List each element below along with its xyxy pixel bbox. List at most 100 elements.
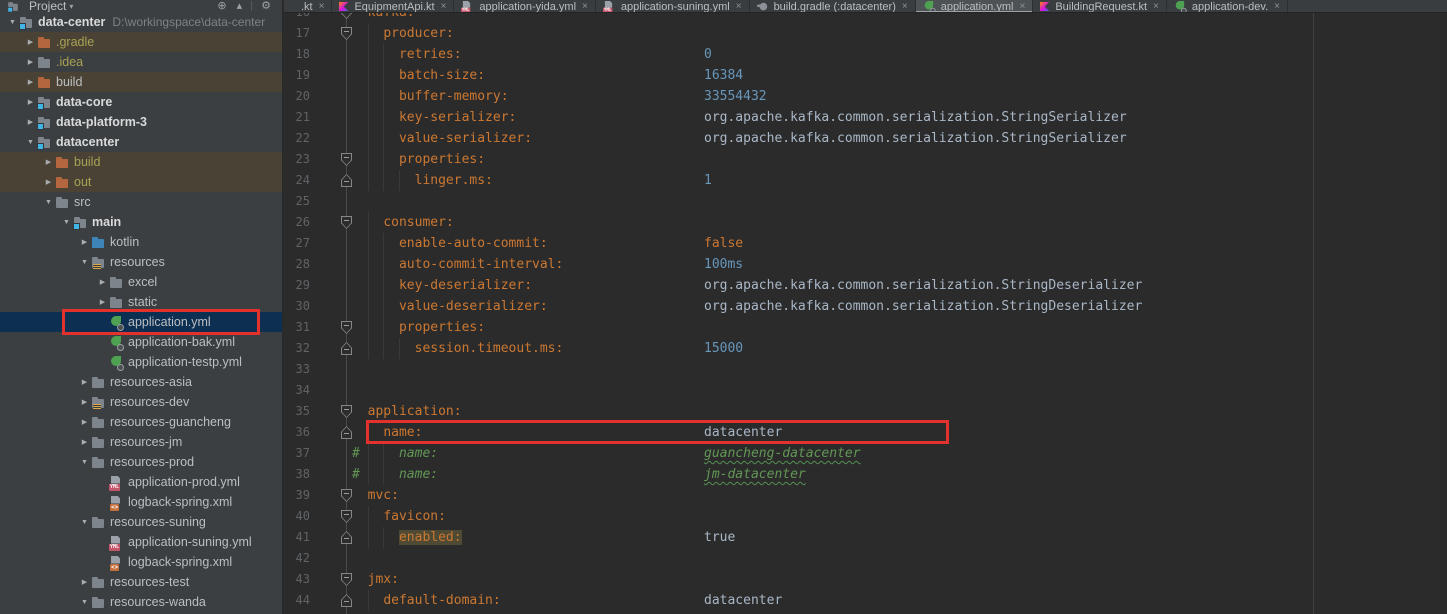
tree-item-resources-prod[interactable]: ▼resources-prod — [0, 452, 283, 472]
fold-end-icon[interactable] — [341, 531, 352, 544]
tree-item-data-core[interactable]: ▶data-core — [0, 92, 283, 112]
tab-application-suning.yml[interactable]: application-suning.yml× — [596, 0, 750, 13]
fold-start-icon[interactable] — [341, 489, 352, 502]
code-line-41[interactable]: 41 enabled:true — [284, 527, 1447, 548]
tree-item-.gradle[interactable]: ▶.gradle — [0, 32, 283, 52]
tab-EquipmentApi.kt[interactable]: EquipmentApi.kt× — [332, 0, 454, 13]
tab-build.gradle (:datacenter)[interactable]: build.gradle (:datacenter)× — [750, 0, 916, 13]
tab-close-icon[interactable]: × — [736, 1, 742, 12]
tree-item-resources-test[interactable]: ▶resources-test — [0, 572, 283, 592]
tree-item-.idea[interactable]: ▶.idea — [0, 52, 283, 72]
tree-item-resources-jm[interactable]: ▶resources-jm — [0, 432, 283, 452]
fold-start-icon[interactable] — [341, 405, 352, 418]
tree-item-resources-wanda[interactable]: ▼resources-wanda — [0, 592, 283, 612]
tree-chevron[interactable]: ▶ — [78, 238, 91, 246]
tree-item-datacenter[interactable]: ▼datacenter — [0, 132, 283, 152]
code-line-42[interactable]: 42 — [284, 548, 1447, 569]
code-line-24[interactable]: 24 linger.ms:1 — [284, 170, 1447, 191]
fold-end-icon[interactable] — [341, 426, 352, 439]
tree-chevron[interactable]: ▶ — [24, 78, 37, 86]
tree-chevron[interactable]: ▶ — [96, 298, 109, 306]
tree-chevron[interactable]: ▶ — [42, 158, 55, 166]
code-line-28[interactable]: 28 auto-commit-interval:100ms — [284, 254, 1447, 275]
tree-chevron[interactable]: ▶ — [78, 378, 91, 386]
tree-chevron[interactable]: ▼ — [78, 519, 91, 526]
tab-close-icon[interactable]: × — [582, 1, 588, 12]
tab-application-yida.yml[interactable]: application-yida.yml× — [454, 0, 595, 13]
code-line-38[interactable]: 38# name:jm-datacenter — [284, 464, 1447, 485]
code-line-43[interactable]: 43 jmx: — [284, 569, 1447, 590]
code-line-23[interactable]: 23 properties: — [284, 149, 1447, 170]
tree-chevron[interactable]: ▼ — [60, 219, 73, 226]
code-line-25[interactable]: 25 — [284, 191, 1447, 212]
tab-close-icon[interactable]: × — [319, 1, 325, 12]
tab-.kt[interactable]: .kt× — [284, 0, 332, 13]
fold-end-icon[interactable] — [341, 174, 352, 187]
code-line-32[interactable]: 32 session.timeout.ms:15000 — [284, 338, 1447, 359]
tab-close-icon[interactable]: × — [1274, 1, 1280, 12]
tree-item-application-prod.yml[interactable]: application-prod.yml — [0, 472, 283, 492]
fold-end-icon[interactable] — [341, 594, 352, 607]
tree-item-src[interactable]: ▼src — [0, 192, 283, 212]
project-panel-title[interactable]: Project — [29, 0, 66, 12]
tree-chevron[interactable]: ▶ — [24, 98, 37, 106]
tree-chevron[interactable]: ▶ — [78, 398, 91, 406]
tree-item-out[interactable]: ▶out — [0, 172, 283, 192]
tab-BuildingRequest.kt[interactable]: BuildingRequest.kt× — [1033, 0, 1167, 13]
code-line-35[interactable]: 35 application: — [284, 401, 1447, 422]
tree-item-application-testp.yml[interactable]: application-testp.yml — [0, 352, 283, 372]
tree-chevron[interactable]: ▼ — [78, 259, 91, 266]
tree-chevron[interactable]: ▼ — [78, 599, 91, 606]
code-line-30[interactable]: 30 value-deserializer:org.apache.kafka.c… — [284, 296, 1447, 317]
gear-icon[interactable]: ⚙ — [261, 1, 271, 11]
tree-chevron[interactable]: ▶ — [78, 438, 91, 446]
code-line-34[interactable]: 34 — [284, 380, 1447, 401]
fold-start-icon[interactable] — [341, 573, 352, 586]
tree-item-resources-asia[interactable]: ▶resources-asia — [0, 372, 283, 392]
tab-application.yml[interactable]: application.yml× — [916, 0, 1034, 13]
tree-item-resources-dev[interactable]: ▶resources-dev — [0, 392, 283, 412]
code-line-17[interactable]: 17 producer: — [284, 23, 1447, 44]
chevron-down-icon[interactable]: ▾ — [69, 2, 73, 11]
tree-item-build[interactable]: ▶build — [0, 72, 283, 92]
code-line-22[interactable]: 22 value-serializer:org.apache.kafka.com… — [284, 128, 1447, 149]
code-line-40[interactable]: 40 favicon: — [284, 506, 1447, 527]
code-line-39[interactable]: 39 mvc: — [284, 485, 1447, 506]
tree-item-application.yml[interactable]: application.yml — [0, 312, 283, 332]
fold-start-icon[interactable] — [341, 510, 352, 523]
fold-start-icon[interactable] — [341, 321, 352, 334]
fold-end-icon[interactable] — [341, 342, 352, 355]
tree-item-application-suning.yml[interactable]: application-suning.yml — [0, 532, 283, 552]
tree-item-logback-spring.xml[interactable]: logback-spring.xml — [0, 552, 283, 572]
code-line-44[interactable]: 44 default-domain:datacenter — [284, 590, 1447, 611]
tab-close-icon[interactable]: × — [441, 1, 447, 12]
code-line-21[interactable]: 21 key-serializer:org.apache.kafka.commo… — [284, 107, 1447, 128]
tree-item-logback-spring.xml[interactable]: logback-spring.xml — [0, 492, 283, 512]
tree-item-resources-guancheng[interactable]: ▶resources-guancheng — [0, 412, 283, 432]
code-line-27[interactable]: 27 enable-auto-commit:false — [284, 233, 1447, 254]
code-line-31[interactable]: 31 properties: — [284, 317, 1447, 338]
locate-file-icon[interactable]: ⊕ — [217, 1, 226, 11]
tree-item-build[interactable]: ▶build — [0, 152, 283, 172]
tree-chevron[interactable]: ▶ — [24, 118, 37, 126]
code-line-29[interactable]: 29 key-deserializer:org.apache.kafka.com… — [284, 275, 1447, 296]
tree-item-main[interactable]: ▼main — [0, 212, 283, 232]
tree-chevron[interactable]: ▼ — [78, 459, 91, 466]
code-line-20[interactable]: 20 buffer-memory:33554432 — [284, 86, 1447, 107]
tree-item-excel[interactable]: ▶excel — [0, 272, 283, 292]
tree-chevron[interactable]: ▼ — [42, 199, 55, 206]
fold-start-icon[interactable] — [341, 216, 352, 229]
code-line-26[interactable]: 26 consumer: — [284, 212, 1447, 233]
code-line-36[interactable]: 36 name:datacenter — [284, 422, 1447, 443]
tree-chevron[interactable]: ▶ — [78, 418, 91, 426]
tree-item-kotlin[interactable]: ▶kotlin — [0, 232, 283, 252]
code-line-33[interactable]: 33 — [284, 359, 1447, 380]
fold-start-icon[interactable] — [341, 27, 352, 40]
tree-item-resources[interactable]: ▼resources — [0, 252, 283, 272]
tab-close-icon[interactable]: × — [1153, 1, 1159, 12]
tree-chevron[interactable]: ▶ — [42, 178, 55, 186]
tree-chevron[interactable]: ▶ — [24, 58, 37, 66]
tree-chevron[interactable]: ▶ — [78, 578, 91, 586]
tree-item-application-bak.yml[interactable]: application-bak.yml — [0, 332, 283, 352]
tree-item-data-platform-3[interactable]: ▶data-platform-3 — [0, 112, 283, 132]
